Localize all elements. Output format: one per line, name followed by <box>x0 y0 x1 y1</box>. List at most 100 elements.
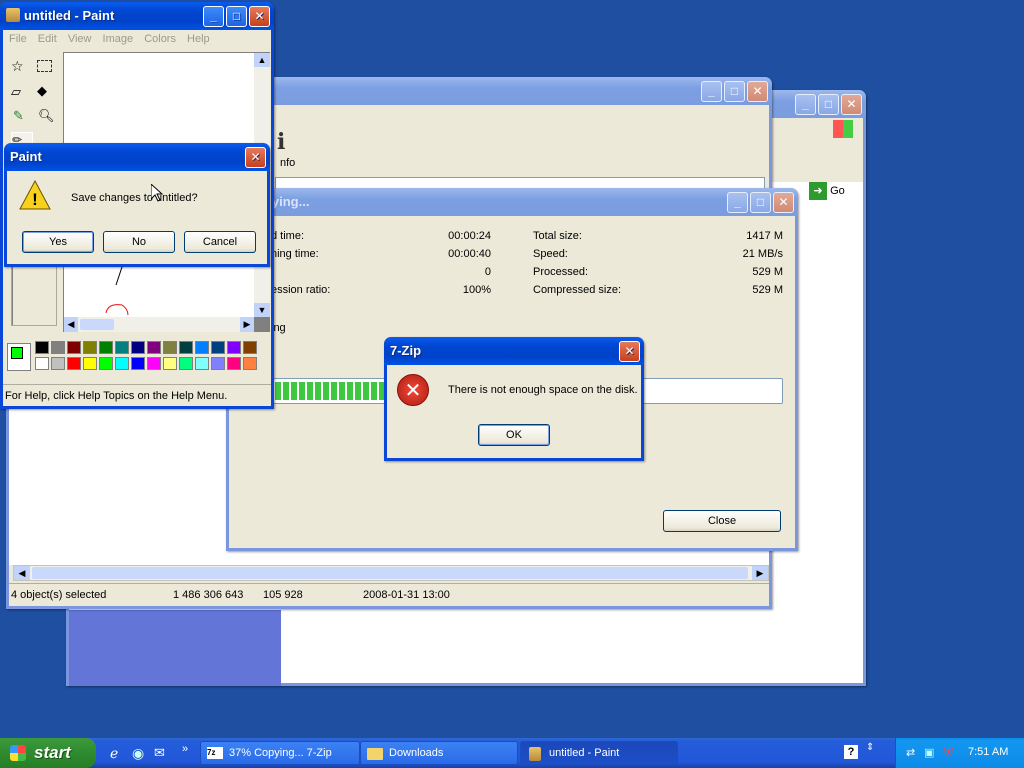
maximize-button[interactable]: □ <box>724 81 745 102</box>
quicklaunch-email-icon[interactable]: ✉ <box>154 745 165 761</box>
palette-swatch[interactable] <box>51 357 65 370</box>
no-button[interactable]: No <box>103 231 175 253</box>
task-paint[interactable]: untitled - Paint <box>520 741 678 765</box>
palette-swatch[interactable] <box>131 357 145 370</box>
status-packed: 105 928 <box>263 589 303 601</box>
scroll-up-icon[interactable]: ▲ <box>254 53 270 67</box>
palette-swatch[interactable] <box>147 357 161 370</box>
palette-swatch[interactable] <box>99 341 113 354</box>
paint-icon <box>529 747 541 761</box>
scroll-right-icon[interactable]: ▶ <box>240 317 254 332</box>
system-tray: ⇄ ▣ ⛨ 7:51 AM <box>895 738 1024 768</box>
magnifier-icon[interactable]: 🔍︎ <box>38 108 55 124</box>
task-downloads[interactable]: Downloads <box>360 741 518 765</box>
palette-swatch[interactable] <box>115 341 129 354</box>
palette-swatch[interactable] <box>67 341 81 354</box>
paint-titlebar[interactable]: untitled - Paint _ □ ✕ <box>0 2 274 30</box>
scroll-thumb[interactable] <box>80 319 114 330</box>
palette-swatch[interactable] <box>163 357 177 370</box>
tray-arrow-icon[interactable]: ⇕ <box>866 742 874 753</box>
palette-swatch[interactable] <box>163 341 177 354</box>
palette-swatch[interactable] <box>179 341 193 354</box>
menu-colors[interactable]: Colors <box>144 33 176 45</box>
go-button[interactable]: ➜ Go <box>809 182 859 202</box>
palette-swatch[interactable] <box>195 341 209 354</box>
quicklaunch-ie-icon[interactable]: ℯ <box>110 745 118 762</box>
menu-image[interactable]: Image <box>103 33 134 45</box>
network-icon[interactable]: ⇄ <box>906 746 915 759</box>
task-7zip[interactable]: 7z 37% Copying... 7-Zip <box>200 741 360 765</box>
paint-dialog-titlebar[interactable]: Paint ✕ <box>4 143 270 171</box>
palette-swatch[interactable] <box>211 341 225 354</box>
scroll-right-icon[interactable]: ▶ <box>752 566 768 580</box>
minimize-button[interactable]: _ <box>701 81 722 102</box>
fill-bucket-icon[interactable]: ◆ <box>37 83 47 99</box>
zip-error-titlebar[interactable]: 7-Zip ✕ <box>384 337 644 365</box>
palette-swatch[interactable] <box>195 357 209 370</box>
palette-swatch[interactable] <box>243 357 257 370</box>
current-colors[interactable] <box>7 343 31 371</box>
palette-swatch[interactable] <box>51 341 65 354</box>
palette-swatch[interactable] <box>131 341 145 354</box>
mouse-cursor-icon <box>150 182 164 205</box>
scroll-left-icon[interactable]: ◀ <box>14 566 30 580</box>
close-button[interactable]: ✕ <box>249 6 270 27</box>
close-dialog-button[interactable]: Close <box>663 510 781 532</box>
rect-select-icon[interactable] <box>37 60 52 72</box>
maximize-button[interactable]: □ <box>226 6 247 27</box>
status-date: 2008-01-31 13:00 <box>363 589 450 601</box>
horizontal-scrollbar[interactable]: ◀ ▶ <box>64 317 254 332</box>
start-button[interactable]: start <box>0 738 96 768</box>
menu-file[interactable]: File <box>9 33 27 45</box>
close-button[interactable]: ✕ <box>773 192 794 213</box>
scroll-left-icon[interactable]: ◀ <box>64 317 78 332</box>
minimize-button[interactable]: _ <box>727 192 748 213</box>
close-button[interactable]: ✕ <box>245 147 266 168</box>
palette-swatch[interactable] <box>83 357 97 370</box>
scroll-down-icon[interactable]: ▼ <box>254 303 270 317</box>
palette-swatch[interactable] <box>211 357 225 370</box>
quicklaunch-more-icon[interactable]: » <box>182 743 188 755</box>
minimize-button[interactable]: _ <box>795 94 816 115</box>
taskbar: start ℯ ◉ ✉ » 7z 37% Copying... 7-Zip Do… <box>0 738 1024 768</box>
palette-swatch[interactable] <box>227 357 241 370</box>
palette-swatch[interactable] <box>35 357 49 370</box>
horizontal-scrollbar[interactable]: ◀ ▶ <box>13 565 769 581</box>
menu-edit[interactable]: Edit <box>38 33 57 45</box>
total-size-label: Total size: <box>533 230 582 242</box>
palette-swatch[interactable] <box>67 357 81 370</box>
copying-titlebar[interactable]: opying... _ □ ✕ <box>226 188 798 216</box>
palette-swatch[interactable] <box>35 341 49 354</box>
explorer-left-pane <box>69 610 281 686</box>
help-icon[interactable]: ? <box>844 745 858 759</box>
compressed-value: 529 M <box>752 284 783 296</box>
quicklaunch-media-icon[interactable]: ◉ <box>132 745 144 762</box>
color-picker-icon[interactable]: ✎ <box>13 108 24 124</box>
close-button[interactable]: ✕ <box>747 81 768 102</box>
yes-button[interactable]: Yes <box>22 231 94 253</box>
palette-swatch[interactable] <box>83 341 97 354</box>
ok-button[interactable]: OK <box>478 424 550 446</box>
eraser-icon[interactable]: ▱ <box>11 84 21 100</box>
palette-swatch[interactable] <box>99 357 113 370</box>
maximize-button[interactable]: □ <box>750 192 771 213</box>
palette-swatch[interactable] <box>243 341 257 354</box>
scroll-thumb[interactable] <box>32 567 748 579</box>
compressed-label: Compressed size: <box>533 284 622 296</box>
menu-view[interactable]: View <box>68 33 92 45</box>
free-select-icon[interactable]: ☆ <box>11 58 24 75</box>
paint-dialog-title: Paint <box>10 149 42 164</box>
close-button[interactable]: ✕ <box>841 94 862 115</box>
minimize-button[interactable]: _ <box>203 6 224 27</box>
security-shield-icon[interactable]: ⛨ <box>944 745 953 760</box>
safely-remove-icon[interactable]: ▣ <box>924 746 934 759</box>
remaining-label: ning time: <box>271 248 319 260</box>
cancel-button[interactable]: Cancel <box>184 231 256 253</box>
palette-swatch[interactable] <box>227 341 241 354</box>
maximize-button[interactable]: □ <box>818 94 839 115</box>
palette-swatch[interactable] <box>115 357 129 370</box>
palette-swatch[interactable] <box>179 357 193 370</box>
menu-help[interactable]: Help <box>187 33 210 45</box>
close-button[interactable]: ✕ <box>619 341 640 362</box>
palette-swatch[interactable] <box>147 341 161 354</box>
